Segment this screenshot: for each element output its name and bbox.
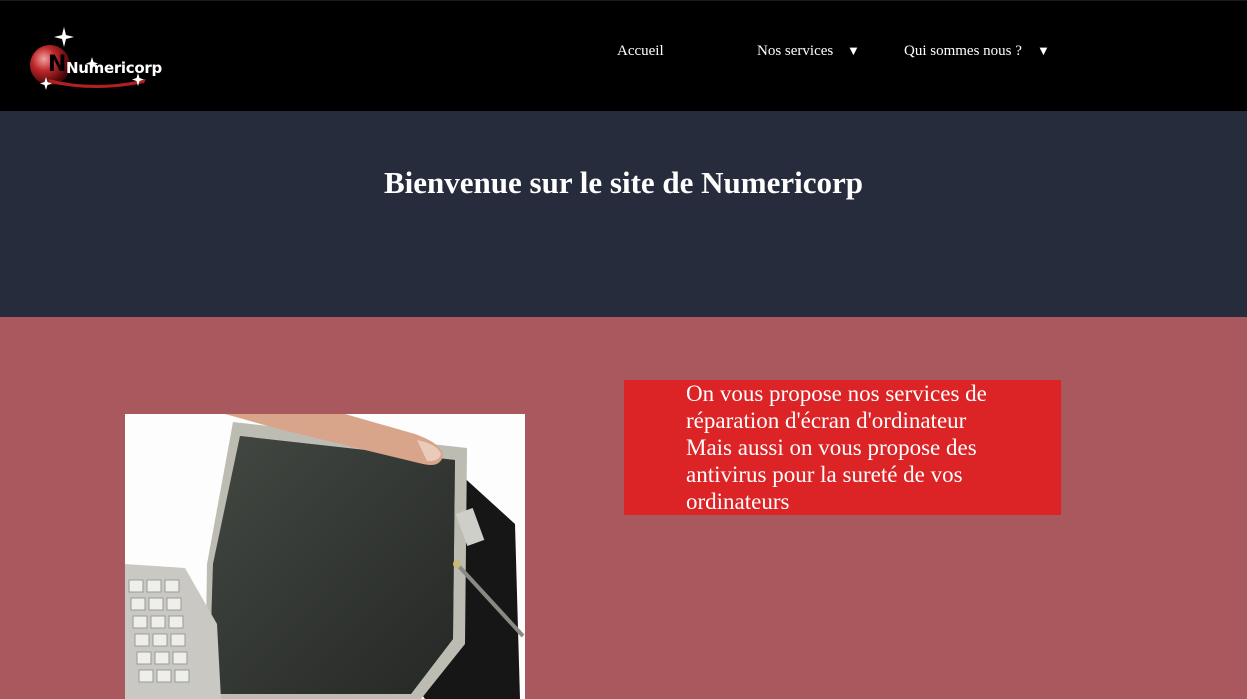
chevron-down-icon[interactable]: ▼ [847,43,860,59]
nav-accueil[interactable]: Accueil [617,43,664,60]
svg-text:N: N [48,52,66,77]
nav-qui-sommes-nous[interactable]: Qui sommes nous ? [904,43,1022,60]
hero-banner: Bienvenue sur le site de Numericorp [0,111,1247,317]
services-info-box: On vous propose nos services de réparati… [624,380,1061,515]
top-navigation-bar: N Numericorp Accueil Nos services ▼ Qui … [0,0,1247,111]
numericorp-logo[interactable]: N Numericorp [26,23,162,95]
laptop-repair-image [125,414,525,699]
chevron-down-icon[interactable]: ▼ [1037,43,1050,59]
services-description: On vous propose nos services de réparati… [686,381,987,514]
nav-nos-services[interactable]: Nos services [757,43,833,60]
logo-text: Numericorp [66,59,162,77]
page-title: Bienvenue sur le site de Numericorp [383,165,864,200]
laptop-illustration [125,414,525,699]
